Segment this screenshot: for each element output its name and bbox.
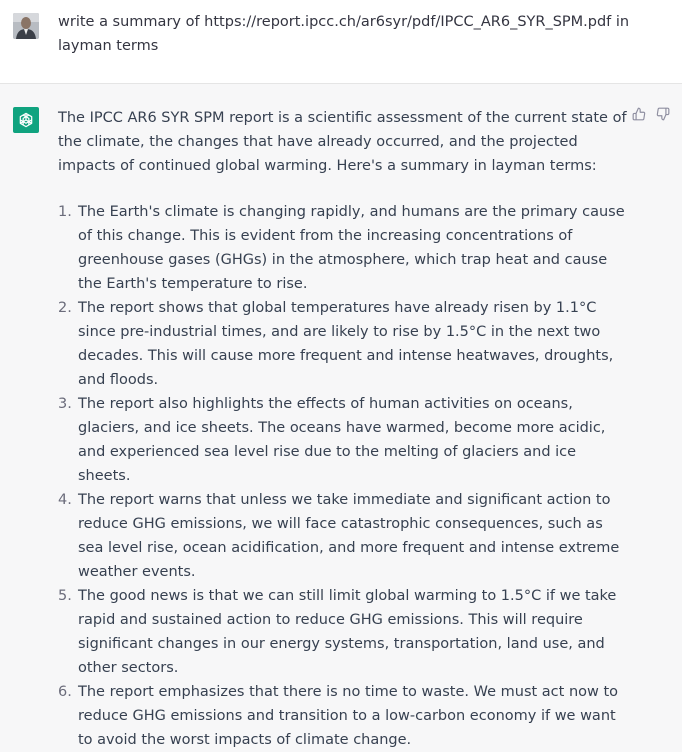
list-item-text: The report warns that unless we take imm…: [78, 492, 620, 580]
list-item-number: 3.: [58, 396, 72, 412]
assistant-intro-text: The IPCC AR6 SYR SPM report is a scienti…: [58, 110, 627, 174]
list-item: 1. The Earth's climate is changing rapid…: [58, 200, 628, 296]
list-item-number: 4.: [58, 492, 72, 508]
user-avatar: [13, 13, 39, 39]
list-item: 4. The report warns that unless we take …: [58, 488, 628, 584]
list-item: 3. The report also highlights the effect…: [58, 392, 628, 488]
list-item-number: 5.: [58, 588, 72, 604]
thumbs-up-icon[interactable]: [632, 107, 646, 121]
list-item-text: The report emphasizes that there is no t…: [78, 684, 619, 748]
openai-logo-icon: [19, 112, 33, 128]
list-item-text: The good news is that we can still limit…: [78, 588, 617, 676]
list-item: 2. The report shows that global temperat…: [58, 296, 628, 392]
user-avatar-photo: [13, 13, 39, 39]
list-item-number: 2.: [58, 300, 72, 316]
feedback-buttons: [632, 107, 670, 121]
assistant-message-row: The IPCC AR6 SYR SPM report is a scienti…: [0, 84, 682, 748]
thumbs-down-icon[interactable]: [656, 107, 670, 121]
list-item-number: 1.: [58, 204, 72, 220]
assistant-avatar: [13, 107, 39, 133]
list-item-text: The report shows that global temperature…: [78, 300, 614, 388]
summary-list: 1. The Earth's climate is changing rapid…: [58, 200, 628, 752]
list-item: 6. The report emphasizes that there is n…: [58, 680, 628, 752]
assistant-message-body: The IPCC AR6 SYR SPM report is a scienti…: [58, 106, 628, 752]
user-message-row: write a summary of https://report.ipcc.c…: [0, 0, 682, 84]
list-item-number: 6.: [58, 684, 72, 700]
user-message-text: write a summary of https://report.ipcc.c…: [58, 14, 630, 54]
list-item-text: The report also highlights the effects o…: [78, 396, 606, 484]
list-item: 5. The good news is that we can still li…: [58, 584, 628, 680]
list-item-text: The Earth's climate is changing rapidly,…: [78, 204, 625, 292]
